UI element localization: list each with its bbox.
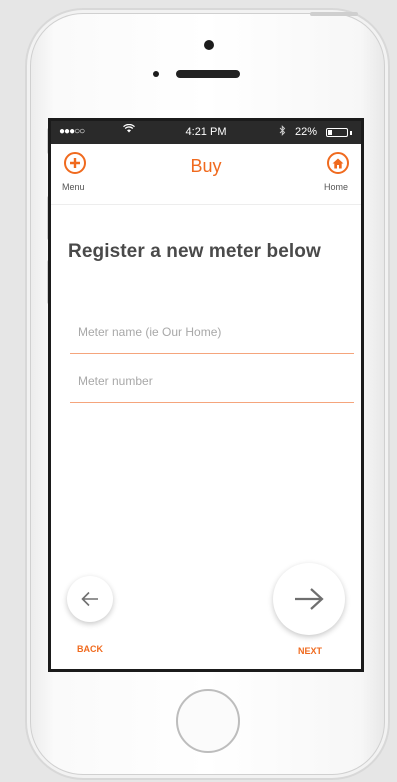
earpiece-speaker [176, 70, 240, 78]
next-button[interactable] [273, 563, 345, 635]
page-heading: Register a new meter below [68, 241, 321, 262]
app-header: Menu Buy Home [51, 144, 361, 205]
power-button [310, 12, 358, 16]
arrow-left-icon [81, 591, 98, 607]
app-screen: ●●●○○ 4:21 PM 22% Menu Buy Home Register… [48, 118, 364, 672]
meter-name-field [70, 317, 354, 354]
meter-number-field [70, 366, 354, 403]
menu-label: Menu [62, 182, 85, 192]
proximity-sensor [153, 71, 159, 77]
meter-name-input[interactable] [70, 317, 354, 347]
bluetooth-icon [279, 125, 286, 139]
status-bar: ●●●○○ 4:21 PM 22% [51, 121, 361, 144]
home-button[interactable] [327, 152, 349, 174]
back-button[interactable] [67, 576, 113, 622]
arrow-right-icon [295, 588, 324, 610]
front-camera [204, 40, 214, 50]
battery-percent: 22% [295, 126, 318, 138]
home-label: Home [324, 182, 349, 192]
back-label: BACK [77, 644, 103, 654]
battery-level-fill [328, 130, 332, 135]
page-title: Buy [190, 156, 222, 176]
battery-icon [326, 128, 352, 137]
next-label: NEXT [298, 646, 323, 656]
home-circle-icon [332, 158, 344, 168]
meter-number-input[interactable] [70, 366, 354, 396]
hardware-home-button[interactable] [176, 689, 240, 753]
